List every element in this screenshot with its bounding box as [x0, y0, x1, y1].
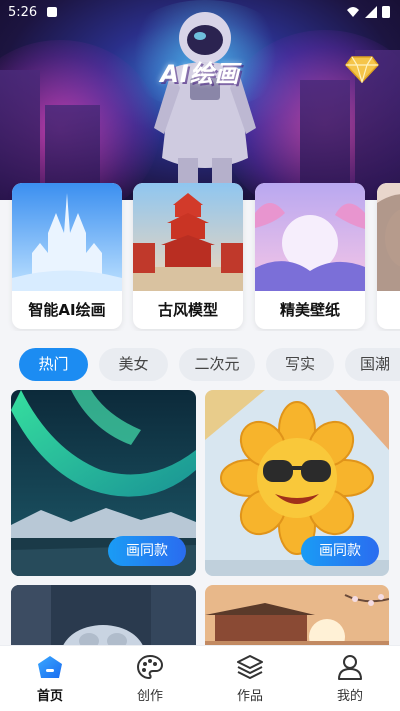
palace-image [205, 585, 389, 645]
home-icon [38, 656, 62, 678]
app-title: AI绘画 [160, 60, 240, 88]
status-bar: 5:26 [0, 0, 400, 26]
category-label: 精美壁纸 [279, 301, 340, 319]
gallery-grid: 画同款 画同款 [0, 390, 400, 645]
gallery-item-sunflower[interactable]: 画同款 [205, 390, 389, 576]
nav-label: 作品 [236, 689, 263, 704]
category-label: 智能AI绘画 [28, 301, 106, 319]
hero-building [300, 80, 350, 200]
astronaut-illustration [154, 12, 256, 198]
user-icon [338, 655, 362, 680]
nav-works[interactable]: 作品 [200, 646, 300, 711]
draw-same-button[interactable]: 画同款 [301, 536, 379, 566]
wifi-icon [347, 7, 359, 17]
tab-realistic[interactable]: 写实 [266, 348, 334, 381]
diamond-icon[interactable] [345, 55, 379, 83]
portrait-image [377, 183, 400, 291]
nav-home[interactable]: 首页 [0, 646, 100, 711]
hero-building [0, 70, 40, 200]
nav-label: 创作 [136, 689, 163, 704]
tab-guochao[interactable]: 国潮 [345, 348, 400, 381]
tab-hot[interactable]: 热门 [19, 348, 88, 381]
category-tabs: 热门 美女 二次元 写实 国潮 [0, 348, 400, 384]
hero-banner: 5:26 AI绘画 [0, 0, 400, 200]
nav-create[interactable]: 创作 [100, 646, 200, 711]
bottom-navigation: 首页 创作 作品 我的 [0, 645, 400, 711]
category-card-smart-ai[interactable]: 智能AI绘画 [12, 183, 122, 329]
tab-beauty[interactable]: 美女 [99, 348, 168, 381]
gallery-item-aurora[interactable]: 画同款 [11, 390, 196, 576]
category-card-portrait[interactable] [377, 183, 400, 329]
signal-icon [365, 6, 377, 18]
palette-icon [136, 654, 164, 680]
notification-icon [47, 7, 57, 17]
tab-anime[interactable]: 二次元 [179, 348, 255, 381]
nav-label: 首页 [36, 689, 63, 704]
nav-profile[interactable]: 我的 [300, 646, 400, 711]
gallery-item-character[interactable] [11, 585, 196, 645]
pagoda-image [133, 183, 243, 291]
category-card-wallpaper[interactable]: 精美壁纸 [255, 183, 365, 329]
status-time: 5:26 [8, 5, 38, 20]
category-carousel: 智能AI绘画 古风模型 精美壁纸 [0, 183, 400, 331]
gallery-item-palace[interactable] [205, 585, 389, 645]
category-card-ancient[interactable]: 古风模型 [133, 183, 243, 329]
category-label: 古风模型 [157, 301, 218, 319]
draw-same-button[interactable]: 画同款 [108, 536, 186, 566]
moon-landscape-image [255, 183, 365, 291]
character-image [11, 585, 196, 645]
nav-label: 我的 [336, 689, 363, 704]
layers-icon [237, 655, 263, 679]
battery-icon [382, 6, 390, 18]
ice-castle-image [12, 183, 122, 291]
